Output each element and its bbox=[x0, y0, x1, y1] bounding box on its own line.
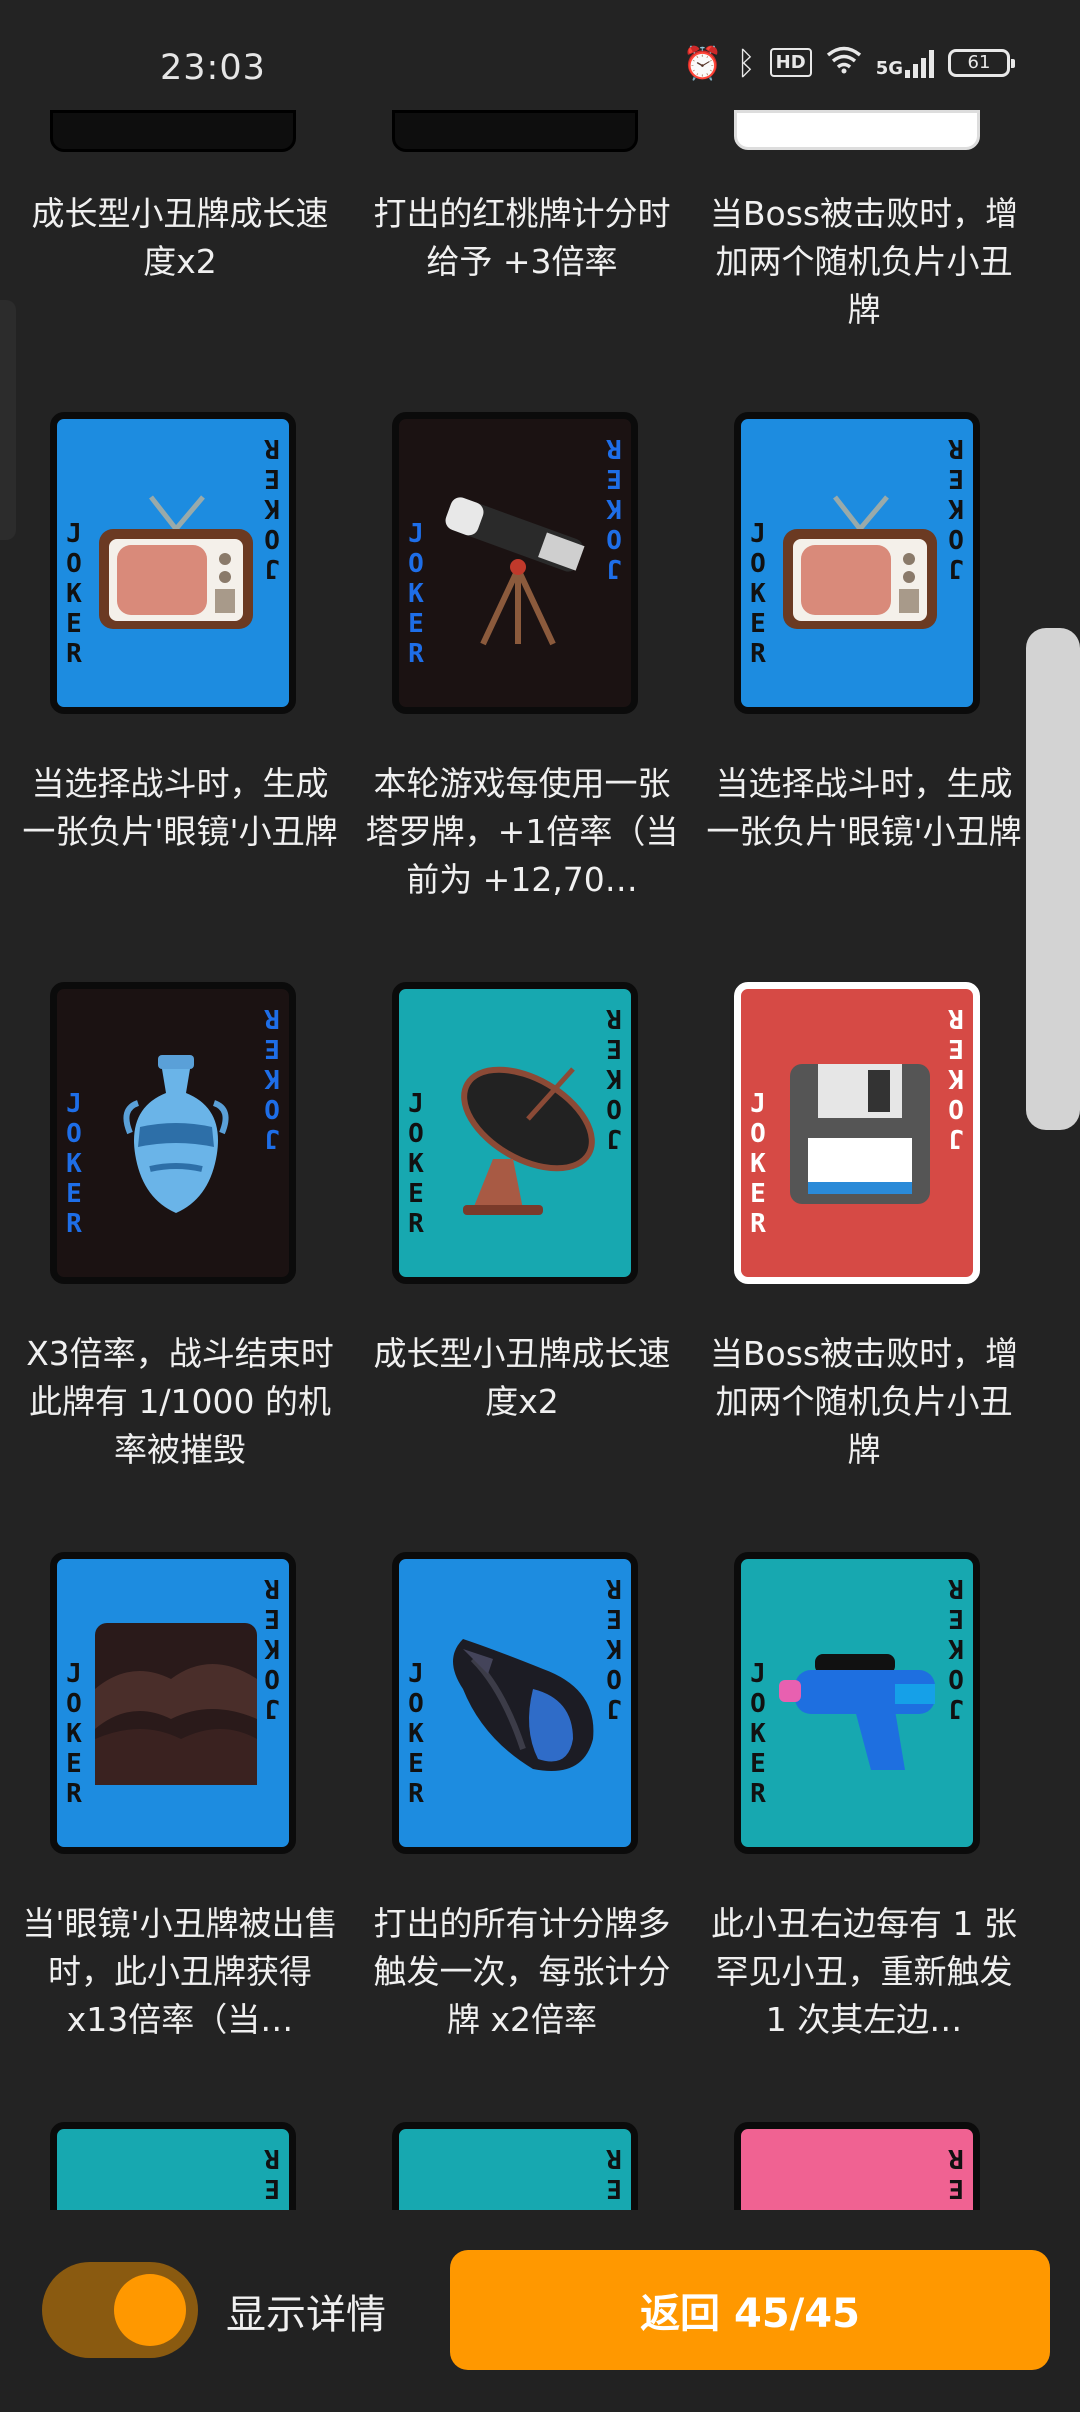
joker-card[interactable]: JOKER JOKER bbox=[50, 1552, 296, 1854]
joker-label: JOKER bbox=[408, 1089, 424, 1239]
joker-label-flipped: JOKER bbox=[264, 1573, 280, 1723]
joker-label: JOKER bbox=[750, 1089, 766, 1239]
joker-card[interactable]: JOKER bbox=[50, 2122, 296, 2210]
card-description: 当Boss被击败时，增加两个随机负片小丑牌 bbox=[709, 1334, 1019, 1469]
floppy-disk-icon bbox=[775, 1049, 945, 1219]
joker-label-flipped: JOKER bbox=[948, 2143, 964, 2210]
satellite-dish-icon bbox=[433, 1049, 603, 1219]
joker-card[interactable]: JOKER bbox=[734, 2122, 980, 2210]
joker-card[interactable]: JOKER JOKER bbox=[392, 982, 638, 1284]
dark-clouds-icon bbox=[91, 1619, 261, 1789]
toggle-knob bbox=[114, 2274, 186, 2346]
card-description: 当Boss被击败时，增加两个随机负片小丑牌 bbox=[709, 194, 1019, 329]
show-details-label: 显示详情 bbox=[226, 2292, 386, 2338]
joker-label: JOKER bbox=[66, 1089, 82, 1239]
joker-label-flipped: JOKER bbox=[606, 433, 622, 583]
joker-card[interactable]: JOKER JOKER bbox=[50, 412, 296, 714]
joker-label: JOKER bbox=[66, 519, 82, 669]
edge-gesture-handle bbox=[0, 300, 16, 540]
card-partial-top[interactable] bbox=[392, 110, 638, 152]
scrollbar-thumb[interactable] bbox=[1026, 628, 1080, 1130]
show-details-toggle[interactable] bbox=[42, 2262, 198, 2358]
joker-label: JOKER bbox=[750, 1659, 766, 1809]
joker-label-flipped: JOKER bbox=[948, 433, 964, 583]
card-description: 此小丑右边每有 1 张罕见小丑，重新触发 1 次其左边… bbox=[711, 1904, 1017, 2039]
card-description: 打出的红桃牌计分时给予 +3倍率 bbox=[373, 194, 671, 281]
joker-card[interactable]: JOKER JOKER bbox=[734, 1552, 980, 1854]
joker-card[interactable]: JOKER JOKER bbox=[734, 412, 980, 714]
joker-label-flipped: JOKER bbox=[606, 1003, 622, 1153]
card-description: 成长型小丑牌成长速度x2 bbox=[31, 194, 329, 281]
card-description: 本轮游戏每使用一张塔罗牌，+1倍率（当前为 +12,70… bbox=[365, 764, 679, 899]
joker-label-flipped: JOKER bbox=[264, 1003, 280, 1153]
joker-label: JOKER bbox=[750, 519, 766, 669]
tv-icon bbox=[775, 479, 945, 649]
card-description: 打出的所有计分牌多触发一次，每张计分牌 x2倍率 bbox=[373, 1904, 671, 2039]
card-partial-top[interactable] bbox=[734, 110, 980, 150]
bottom-bar: 显示详情 返回 45/45 bbox=[0, 2210, 1080, 2412]
card-partial-top[interactable] bbox=[50, 110, 296, 152]
joker-label-flipped: JOKER bbox=[948, 1573, 964, 1723]
joker-label-flipped: JOKER bbox=[606, 2143, 622, 2210]
card-description: 当选择战斗时，生成一张负片'眼镜'小丑牌 bbox=[22, 764, 338, 851]
joker-label: JOKER bbox=[408, 519, 424, 669]
joker-label-flipped: JOKER bbox=[606, 1573, 622, 1723]
water-pistol-icon bbox=[775, 1619, 945, 1789]
joker-card-grid[interactable]: 成长型小丑牌成长速度x2 打出的红桃牌计分时给予 +3倍率 当Boss被击败时，… bbox=[0, 0, 1080, 2210]
joker-card[interactable]: JOKER JOKER bbox=[392, 412, 638, 714]
card-description: 当'眼镜'小丑牌被出售时，此小丑牌获得 x13倍率（当… bbox=[22, 1904, 338, 2039]
joker-card[interactable]: JOKER JOKER bbox=[734, 982, 980, 1284]
joker-label-flipped: JOKER bbox=[264, 433, 280, 583]
back-button[interactable]: 返回 45/45 bbox=[450, 2250, 1050, 2370]
joker-card[interactable]: JOKER JOKER bbox=[392, 1552, 638, 1854]
joker-card[interactable]: JOKER JOKER bbox=[50, 982, 296, 1284]
tv-icon bbox=[91, 479, 261, 649]
spiral-shell-icon bbox=[433, 1619, 603, 1789]
joker-label: JOKER bbox=[408, 1659, 424, 1809]
joker-label: JOKER bbox=[66, 1659, 82, 1809]
telescope-icon bbox=[433, 479, 603, 649]
joker-label-flipped: JOKER bbox=[948, 1003, 964, 1153]
vase-icon bbox=[91, 1049, 261, 1219]
joker-card[interactable]: JOKER bbox=[392, 2122, 638, 2210]
card-description: 成长型小丑牌成长速度x2 bbox=[373, 1334, 671, 1421]
card-description: 当选择战斗时，生成一张负片'眼镜'小丑牌 bbox=[706, 764, 1022, 851]
joker-label-flipped: JOKER bbox=[264, 2143, 280, 2210]
cloud-icon bbox=[775, 2199, 945, 2210]
card-description: X3倍率，战斗结束时此牌有 1/1000 的机率被摧毁 bbox=[26, 1334, 334, 1469]
